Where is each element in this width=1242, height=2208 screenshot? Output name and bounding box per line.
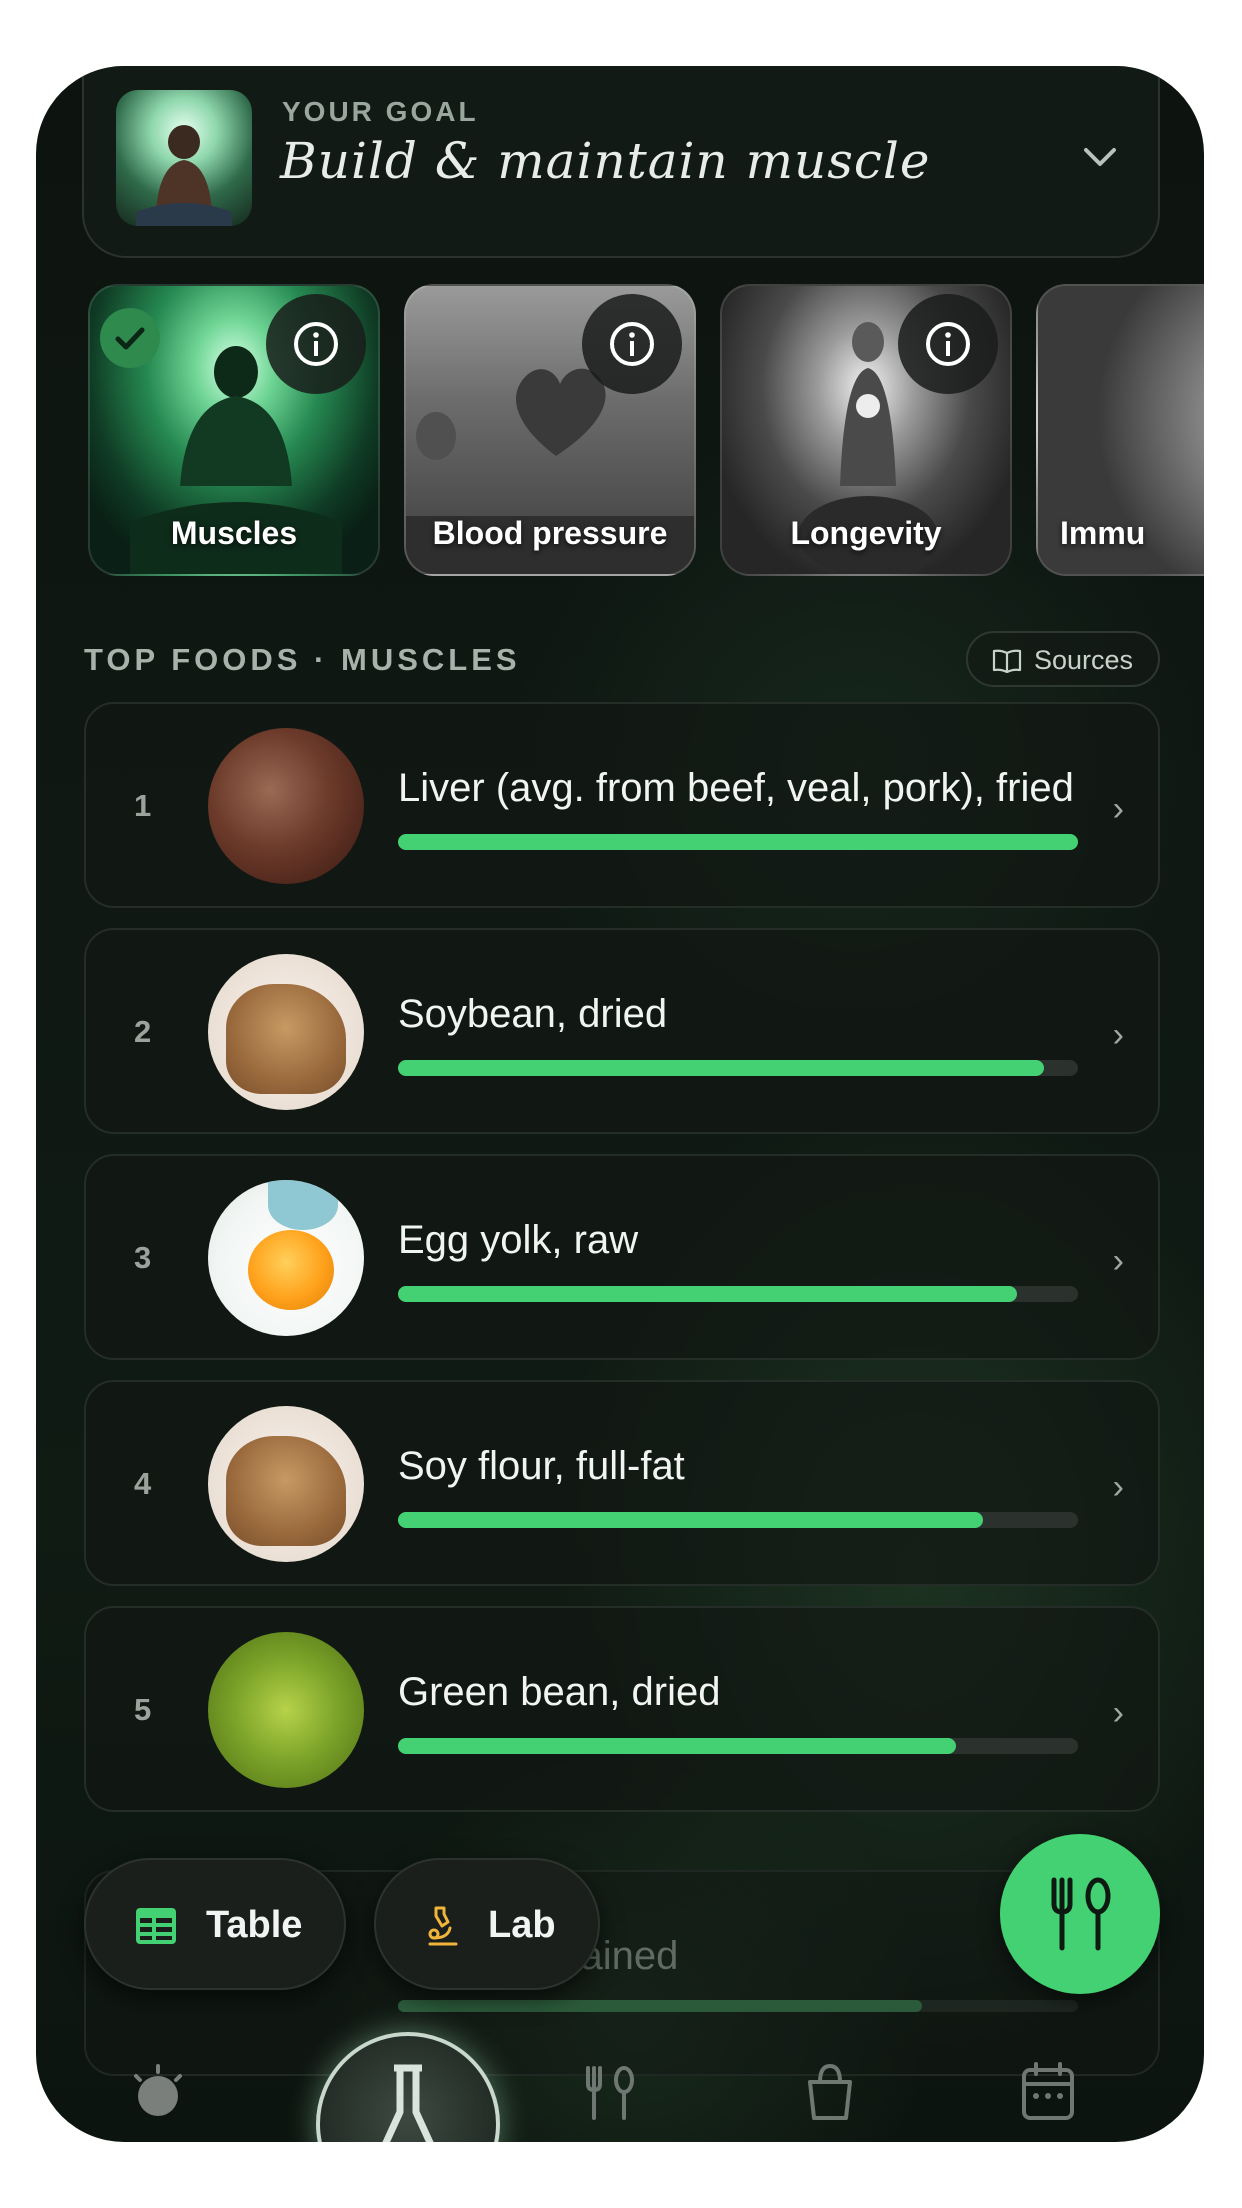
goal-label: YOUR GOAL: [282, 96, 479, 127]
sources-button[interactable]: Sources: [966, 631, 1160, 687]
food-rank: 1: [134, 788, 152, 823]
category-label: Immu: [1060, 515, 1146, 551]
category-label: Muscles: [170, 515, 298, 551]
sources-label: Sources: [1034, 645, 1134, 675]
food-image: [208, 728, 364, 884]
lab-label: Lab: [488, 1904, 556, 1946]
food-image: [208, 1180, 364, 1336]
food-row[interactable]: 4 Soy flour, full-fat ›: [84, 1380, 1160, 1586]
section-title: TOP FOODS · MUSCLES: [84, 642, 521, 677]
food-name: Egg yolk, raw: [398, 1218, 639, 1262]
lab-button[interactable]: Lab: [374, 1858, 600, 1990]
chevron-right-icon: ›: [1112, 1694, 1124, 1732]
category-tile-muscles[interactable]: Muscles: [88, 284, 380, 576]
category-label: Longevity: [790, 515, 942, 551]
food-rank: 4: [134, 1466, 152, 1501]
calendar-icon[interactable]: [1018, 2060, 1078, 2120]
score-bar-fill: [398, 1060, 1044, 1076]
table-label: Table: [206, 1904, 303, 1946]
score-bar: [398, 1286, 1078, 1302]
score-bar: [398, 1738, 1078, 1754]
app-screen: YOUR GOAL Build & maintain muscle Muscle…: [36, 66, 1204, 2142]
lab-flask-icon: [382, 2064, 434, 2142]
score-bar-fill: [398, 834, 1078, 850]
shopping-bag-icon[interactable]: [800, 2060, 860, 2120]
score-bar: [398, 1512, 1078, 1528]
goal-value: Build & maintain muscle: [280, 132, 931, 190]
info-icon[interactable]: [898, 294, 998, 394]
info-icon[interactable]: [266, 294, 366, 394]
food-name: Liver (avg. from beef, veal, pork), frie…: [398, 766, 1074, 810]
fork-spoon-fab-button[interactable]: [1000, 1834, 1160, 1994]
food-image: [208, 1632, 364, 1788]
score-bar: [398, 834, 1078, 850]
food-image: [208, 954, 364, 1110]
category-carousel[interactable]: Muscles Blood pressure Longevity Immu: [88, 284, 1204, 584]
score-bar: [398, 1060, 1078, 1076]
food-rank: 3: [134, 1240, 152, 1275]
score-bar-fill: [398, 2000, 922, 2012]
fork-spoon-icon[interactable]: [580, 2062, 640, 2122]
table-icon: [136, 1908, 176, 1944]
food-rank: 5: [134, 1692, 152, 1727]
food-name: Soy flour, full-fat: [398, 1444, 685, 1488]
food-name: Soybean, dried: [398, 992, 668, 1036]
food-row[interactable]: 2 Soybean, dried ›: [84, 928, 1160, 1134]
category-tile-immunity[interactable]: Immu: [1036, 284, 1204, 576]
category-tile-longevity[interactable]: Longevity: [720, 284, 1012, 576]
food-row[interactable]: 5 Green bean, dried ›: [84, 1606, 1160, 1812]
category-tile-blood-pressure[interactable]: Blood pressure: [404, 284, 696, 576]
category-label: Blood pressure: [432, 515, 668, 551]
food-image: [208, 1406, 364, 1562]
score-bar-fill: [398, 1512, 983, 1528]
food-row[interactable]: 1 Liver (avg. from beef, veal, pork), fr…: [84, 702, 1160, 908]
food-name: Green bean, dried: [398, 1670, 721, 1714]
table-view-button[interactable]: Table: [84, 1858, 346, 1990]
food-rank: 2: [134, 1014, 152, 1049]
food-row[interactable]: 3 Egg yolk, raw ›: [84, 1154, 1160, 1360]
chevron-down-icon[interactable]: [1080, 136, 1120, 176]
sun-icon[interactable]: [128, 2062, 188, 2122]
chevron-right-icon: ›: [1112, 790, 1124, 828]
score-bar: [398, 2000, 1078, 2012]
lab-flask-nav-button[interactable]: [316, 2032, 500, 2142]
score-bar-fill: [398, 1738, 956, 1754]
selected-check-icon: [100, 308, 160, 368]
goal-selector[interactable]: YOUR GOAL Build & maintain muscle: [82, 66, 1160, 258]
fork-spoon-icon: [1051, 1877, 1111, 1951]
microscope-icon: [428, 1906, 458, 1946]
goal-thumbnail: [116, 90, 252, 226]
chevron-right-icon: ›: [1112, 1016, 1124, 1054]
score-bar-fill: [398, 1286, 1017, 1302]
book-icon: [992, 649, 1022, 673]
chevron-right-icon: ›: [1112, 1242, 1124, 1280]
info-icon[interactable]: [582, 294, 682, 394]
chevron-right-icon: ›: [1112, 1468, 1124, 1506]
